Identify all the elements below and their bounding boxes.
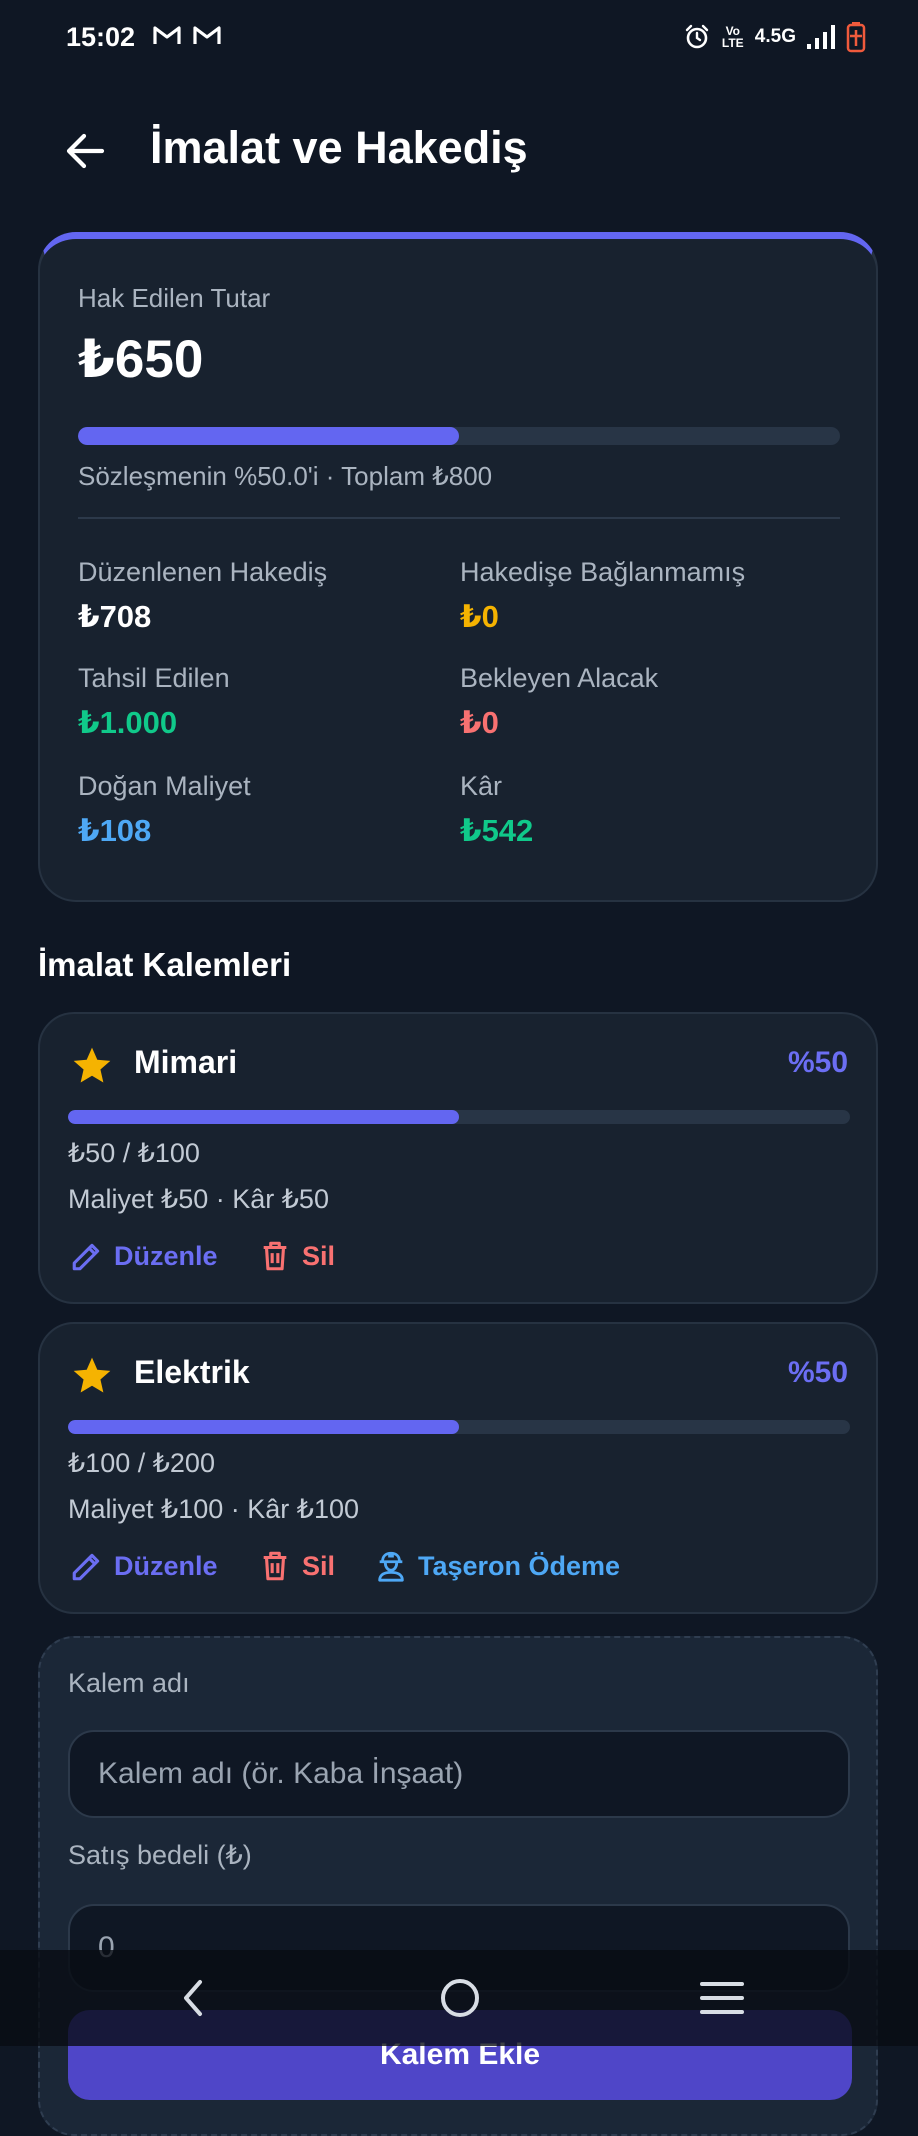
profit-value: ₺542 bbox=[460, 813, 534, 848]
item-amount: ₺100 / ₺200 bbox=[68, 1448, 215, 1478]
delete-button[interactable]: Sil bbox=[258, 1546, 335, 1586]
item-percent: %50 bbox=[787, 1356, 848, 1389]
item-amount: ₺50 / ₺100 bbox=[68, 1138, 200, 1168]
issued-label: Düzenlenen Hakediş bbox=[78, 557, 328, 587]
contract-progress-bar bbox=[78, 427, 840, 445]
nav-menu-icon[interactable] bbox=[692, 1972, 752, 2024]
gmail-icon bbox=[193, 26, 221, 44]
pencil-icon bbox=[72, 1243, 100, 1271]
item-name: Mimari bbox=[134, 1044, 238, 1080]
collected-value: ₺1.000 bbox=[78, 705, 178, 740]
delete-label: Sil bbox=[302, 1550, 336, 1581]
item-name-label: Kalem adı bbox=[68, 1668, 190, 1698]
volte-indicator: Vo LTE bbox=[721, 24, 744, 50]
page-title: İmalat ve Hakediş bbox=[150, 122, 528, 173]
item-card: Mimari %50 ₺50 / ₺100 Maliyet ₺50 · Kâr … bbox=[38, 1012, 878, 1304]
edit-button[interactable]: Düzenle bbox=[70, 1546, 218, 1586]
trash-icon bbox=[263, 1551, 287, 1581]
issued-value: ₺708 bbox=[78, 599, 152, 634]
unlinked-label: Hakedişe Bağlanmamış bbox=[460, 557, 746, 587]
delete-label: Sil bbox=[302, 1240, 336, 1271]
pending-label: Bekleyen Alacak bbox=[460, 663, 659, 693]
item-name: Elektrik bbox=[134, 1354, 250, 1390]
star-icon bbox=[73, 1047, 111, 1083]
star-icon bbox=[73, 1357, 111, 1393]
contract-progress-fill bbox=[78, 427, 459, 445]
section-title: İmalat Kalemleri bbox=[38, 946, 292, 983]
progress-text: Sözleşmenin %50.0'i · Toplam ₺800 bbox=[78, 461, 493, 491]
edit-label: Düzenle bbox=[114, 1550, 218, 1581]
unlinked-value: ₺0 bbox=[460, 599, 499, 634]
item-progress-bar bbox=[68, 1110, 850, 1124]
cost-value: ₺108 bbox=[78, 813, 152, 848]
item-progress-bar bbox=[68, 1420, 850, 1434]
trash-icon bbox=[263, 1241, 287, 1271]
signal-icon bbox=[807, 25, 835, 49]
item-cost-profit: Maliyet ₺50 · Kâr ₺50 bbox=[68, 1184, 329, 1214]
item-cost-profit: Maliyet ₺100 · Kâr ₺100 bbox=[68, 1494, 359, 1524]
profit-label: Kâr bbox=[460, 771, 503, 801]
battery-icon bbox=[846, 22, 866, 53]
item-percent: %50 bbox=[787, 1046, 848, 1079]
earned-label: Hak Edilen Tutar bbox=[78, 283, 271, 313]
status-time: 15:02 bbox=[66, 22, 136, 52]
alarm-icon bbox=[685, 24, 708, 49]
subcontractor-payment-label: Taşeron Ödeme bbox=[418, 1550, 621, 1581]
nav-home-icon[interactable] bbox=[430, 1972, 490, 2024]
divider bbox=[78, 517, 840, 519]
app-header: İmalat ve Hakediş bbox=[0, 108, 918, 192]
status-icons: Vo LTE 4.5G bbox=[683, 20, 866, 54]
system-nav-bar bbox=[0, 1950, 918, 2046]
item-progress-fill bbox=[68, 1110, 459, 1124]
delete-button[interactable]: Sil bbox=[258, 1236, 335, 1276]
pending-value: ₺0 bbox=[460, 705, 499, 740]
worker-icon bbox=[378, 1551, 404, 1582]
edit-button[interactable]: Düzenle bbox=[70, 1236, 218, 1276]
item-name-input[interactable] bbox=[68, 1730, 850, 1818]
item-card: Elektrik %50 ₺100 / ₺200 Maliyet ₺100 · … bbox=[38, 1322, 878, 1614]
item-progress-fill bbox=[68, 1420, 459, 1434]
earned-amount: ₺650 bbox=[78, 330, 204, 389]
network-type: 4.5G bbox=[754, 26, 796, 47]
collected-label: Tahsil Edilen bbox=[78, 663, 230, 693]
summary-card: Hak Edilen Tutar ₺650 Sözleşmenin %50.0'… bbox=[38, 232, 878, 902]
cost-label: Doğan Maliyet bbox=[78, 771, 251, 801]
edit-label: Düzenle bbox=[114, 1240, 218, 1271]
sale-price-label: Satış bedeli (₺) bbox=[68, 1840, 252, 1870]
back-arrow-icon[interactable] bbox=[62, 128, 108, 174]
nav-back-icon[interactable] bbox=[164, 1972, 224, 2024]
gmail-icon bbox=[153, 26, 181, 44]
status-bar: 15:02 Vo LTE 4.5G bbox=[0, 0, 918, 76]
pencil-icon bbox=[72, 1553, 100, 1581]
subcontractor-payment-button[interactable]: Taşeron Ödeme bbox=[374, 1546, 620, 1586]
